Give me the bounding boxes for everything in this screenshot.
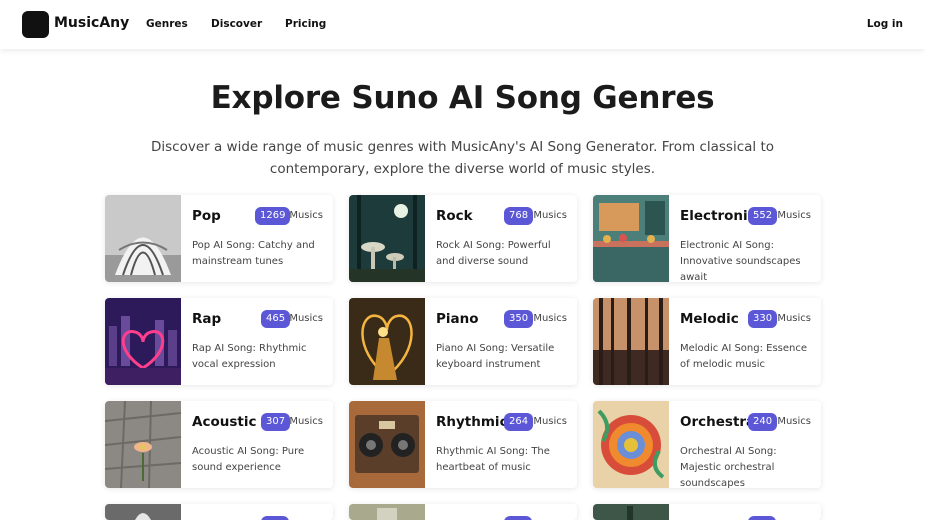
genre-name: Electronic	[680, 208, 756, 224]
pop-thumbnail-image	[105, 195, 181, 282]
genre-card-partial[interactable]	[349, 504, 577, 520]
genre-card-pop[interactable]: Pop 1269 Musics Pop AI Song: Catchy and …	[105, 195, 333, 282]
music-count-badge: 307	[261, 413, 291, 431]
musics-label: Musics	[533, 210, 567, 221]
genre-description: Melodic AI Song: Essence of melodic musi…	[680, 343, 808, 370]
genre-name: Rhythmic	[436, 414, 508, 430]
genre-description: Piano AI Song: Versatile keyboard instru…	[436, 343, 555, 370]
music-count-badge: 768	[504, 207, 534, 225]
rap-thumbnail-image	[105, 298, 181, 385]
music-count-badge: 330	[748, 310, 778, 328]
orchestral-thumbnail-image	[593, 401, 669, 488]
electronic-thumbnail-image	[593, 195, 669, 282]
page-subtitle: Discover a wide range of music genres wi…	[151, 139, 774, 177]
music-count-badge-partial	[748, 516, 776, 520]
musics-label: Musics	[777, 313, 811, 324]
musics-label: Musics	[289, 210, 323, 221]
acoustic-thumbnail-image	[105, 401, 181, 488]
music-count-badge-partial	[504, 516, 532, 520]
piano-thumbnail-image	[349, 298, 425, 385]
music-count-badge: 465	[261, 310, 291, 328]
musics-label: Musics	[289, 313, 323, 324]
music-count-badge: 552	[748, 207, 778, 225]
genre-card-rhythmic[interactable]: Rhythmic 264 Musics Rhythmic AI Song: Th…	[349, 401, 577, 488]
page-title: Explore Suno AI Song Genres	[210, 80, 715, 116]
genre-card-rap[interactable]: Rap 465 Musics Rap AI Song: Rhythmic voc…	[105, 298, 333, 385]
musics-label: Musics	[289, 416, 323, 427]
genre-description: Rock AI Song: Powerful and diverse sound	[436, 240, 551, 267]
rhythmic-thumbnail-image	[349, 401, 425, 488]
genre-card-acoustic[interactable]: Acoustic 307 Musics Acoustic AI Song: Pu…	[105, 401, 333, 488]
login-link[interactable]: Log in	[867, 18, 903, 30]
genre-description: Acoustic AI Song: Pure sound experience	[192, 446, 305, 473]
nav-discover[interactable]: Discover	[211, 18, 262, 30]
musics-label: Musics	[777, 416, 811, 427]
genre-card-piano[interactable]: Piano 350 Musics Piano AI Song: Versatil…	[349, 298, 577, 385]
genre-card-electronic[interactable]: Electronic 552 Musics Electronic AI Song…	[593, 195, 821, 282]
partial-thumbnail-image	[105, 504, 181, 520]
genre-card-melodic[interactable]: Melodic 330 Musics Melodic AI Song: Esse…	[593, 298, 821, 385]
music-count-badge: 264	[504, 413, 534, 431]
nav-pricing[interactable]: Pricing	[285, 18, 326, 30]
genre-card-partial[interactable]	[105, 504, 333, 520]
genre-description: Orchestral AI Song: Majestic orchestral …	[680, 446, 777, 488]
genre-card-rock[interactable]: Rock 768 Musics Rock AI Song: Powerful a…	[349, 195, 577, 282]
genre-name: Rock	[436, 208, 473, 224]
music-count-badge-partial	[261, 516, 289, 520]
genre-name: Acoustic	[192, 414, 257, 430]
genre-description: Rap AI Song: Rhythmic vocal expression	[192, 343, 307, 370]
genre-name: Rap	[192, 311, 222, 327]
musicany-logo-icon[interactable]	[22, 11, 49, 38]
top-nav: MusicAny Genres Discover Pricing Log in	[0, 0, 925, 49]
melodic-thumbnail-image	[593, 298, 669, 385]
genre-name: Pop	[192, 208, 221, 224]
music-count-badge: 240	[748, 413, 778, 431]
musics-label: Musics	[777, 210, 811, 221]
genre-name: Piano	[436, 311, 479, 327]
rock-thumbnail-image	[349, 195, 425, 282]
music-count-badge: 350	[504, 310, 534, 328]
genre-description: Rhythmic AI Song: The heartbeat of music	[436, 446, 550, 473]
brand-name[interactable]: MusicAny	[54, 15, 129, 31]
genre-card-orchestral[interactable]: Orchestral 240 Musics Orchestral AI Song…	[593, 401, 821, 488]
genre-name: Melodic	[680, 311, 739, 327]
genre-description: Pop AI Song: Catchy and mainstream tunes	[192, 240, 315, 267]
partial-thumbnail-image	[593, 504, 669, 520]
nav-genres[interactable]: Genres	[146, 18, 188, 30]
music-count-badge: 1269	[255, 207, 291, 225]
partial-thumbnail-image	[349, 504, 425, 520]
genre-card-partial[interactable]	[593, 504, 821, 520]
musics-label: Musics	[533, 416, 567, 427]
musics-label: Musics	[533, 313, 567, 324]
genre-description: Electronic AI Song: Innovative soundscap…	[680, 240, 801, 282]
